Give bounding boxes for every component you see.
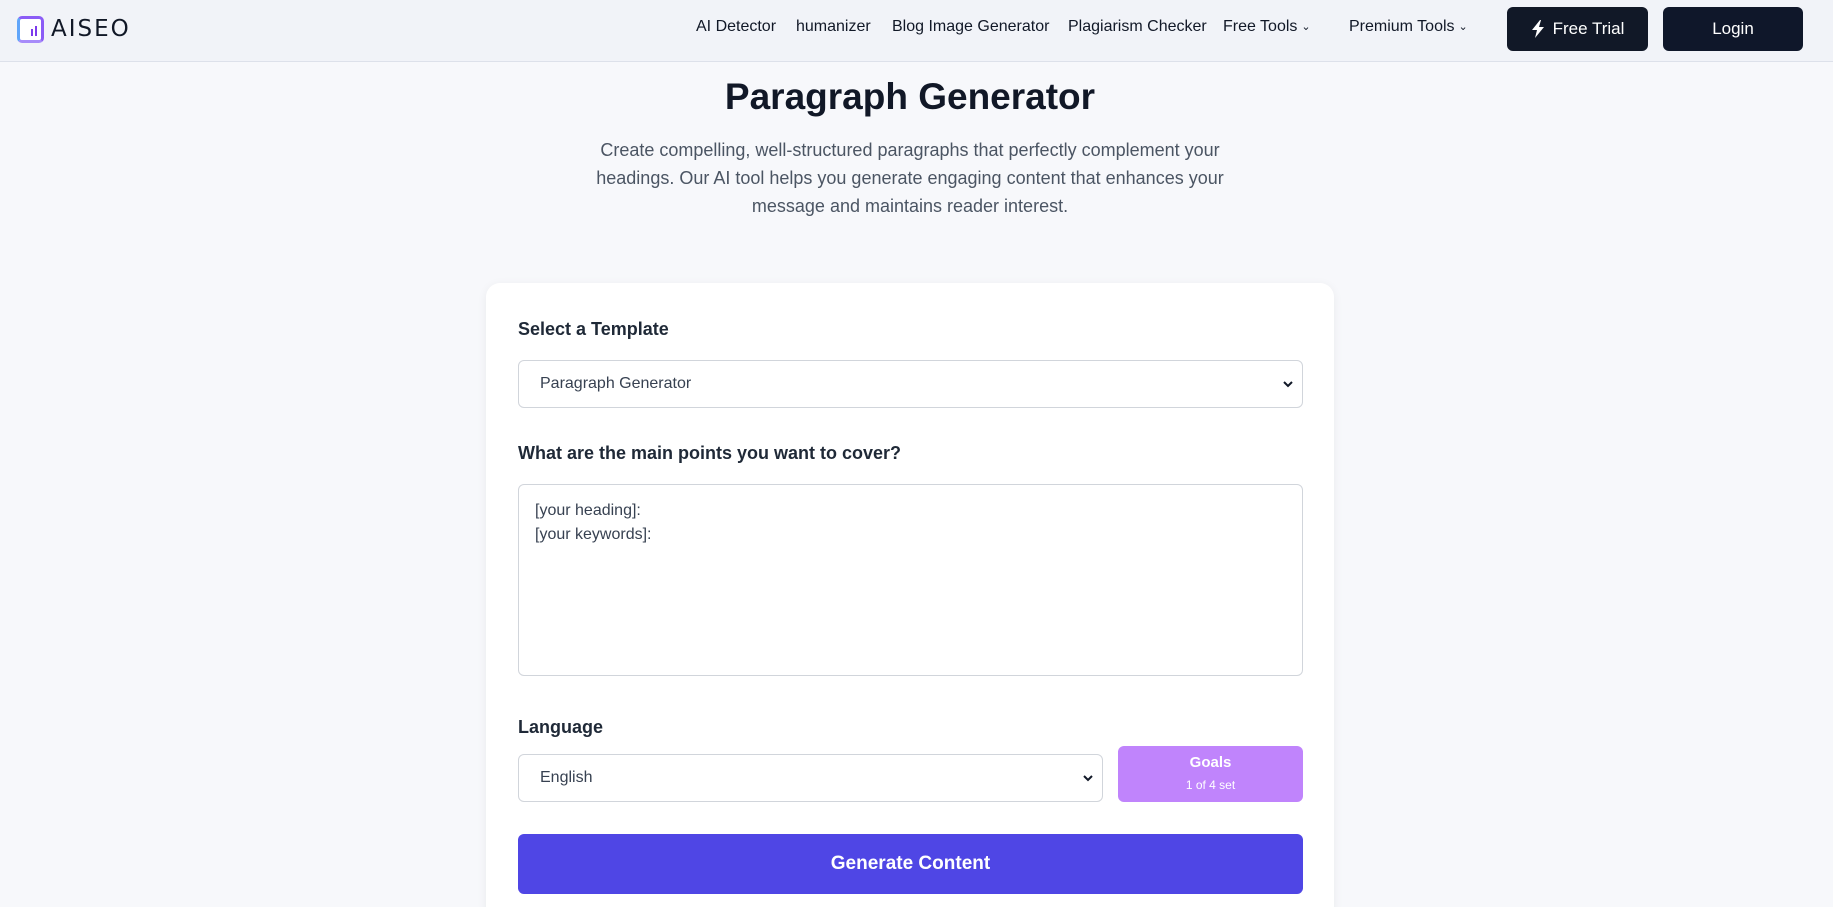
main-points-textarea[interactable]: [your heading]: [your keywords]:: [518, 484, 1303, 676]
template-select-value: Paragraph Generator: [540, 375, 692, 392]
goals-title: Goals: [1189, 754, 1232, 771]
generate-content-button[interactable]: Generate Content: [518, 834, 1303, 894]
nav-premium-tools-label: Premium Tools: [1349, 18, 1455, 35]
language-label: Language: [518, 717, 604, 737]
goals-status: 1 of 4 set: [1185, 778, 1236, 792]
aiseo-logo-icon: [17, 15, 44, 43]
template-label: Select a Template: [518, 319, 669, 339]
goals-button[interactable]: Goals 1 of 4 set: [1118, 746, 1303, 802]
login-button[interactable]: Login: [1663, 7, 1803, 51]
lightning-icon: [1531, 20, 1544, 38]
nav-ai-detector[interactable]: AI Detector: [696, 18, 776, 36]
nav-premium-tools[interactable]: Premium Tools ⌄: [1349, 18, 1468, 36]
top-navbar: AISEO AI Detector humanizer Blog Image G…: [0, 0, 1833, 62]
free-trial-button[interactable]: Free Trial: [1507, 7, 1648, 51]
free-trial-label: Free Trial: [1552, 19, 1625, 38]
page-title: Paragraph Generator: [724, 76, 1096, 117]
generator-card: Select a Template Paragraph Generator Wh…: [486, 283, 1334, 907]
language-select[interactable]: English: [518, 754, 1103, 802]
main-points-label: What are the main points you want to cov…: [518, 443, 902, 463]
aiseo-logo[interactable]: AISEO: [17, 15, 131, 43]
chevron-down-icon: [1283, 381, 1293, 388]
nav-plagiarism-checker[interactable]: Plagiarism Checker: [1068, 18, 1207, 36]
nav-free-tools-label: Free Tools: [1223, 18, 1298, 35]
nav-humanizer[interactable]: humanizer: [796, 18, 871, 36]
nav-blog-image-generator[interactable]: Blog Image Generator: [892, 18, 1049, 36]
logo-text: AISEO: [51, 16, 131, 42]
language-select-value: English: [540, 769, 593, 786]
nav-free-tools[interactable]: Free Tools ⌄: [1223, 18, 1311, 36]
template-select[interactable]: Paragraph Generator: [518, 360, 1303, 408]
page-description: Create compelling, well-structured parag…: [596, 140, 1224, 216]
chevron-down-icon: [1083, 775, 1093, 782]
chevron-down-icon: ⌄: [1301, 21, 1311, 33]
chevron-down-icon: ⌄: [1458, 21, 1468, 33]
